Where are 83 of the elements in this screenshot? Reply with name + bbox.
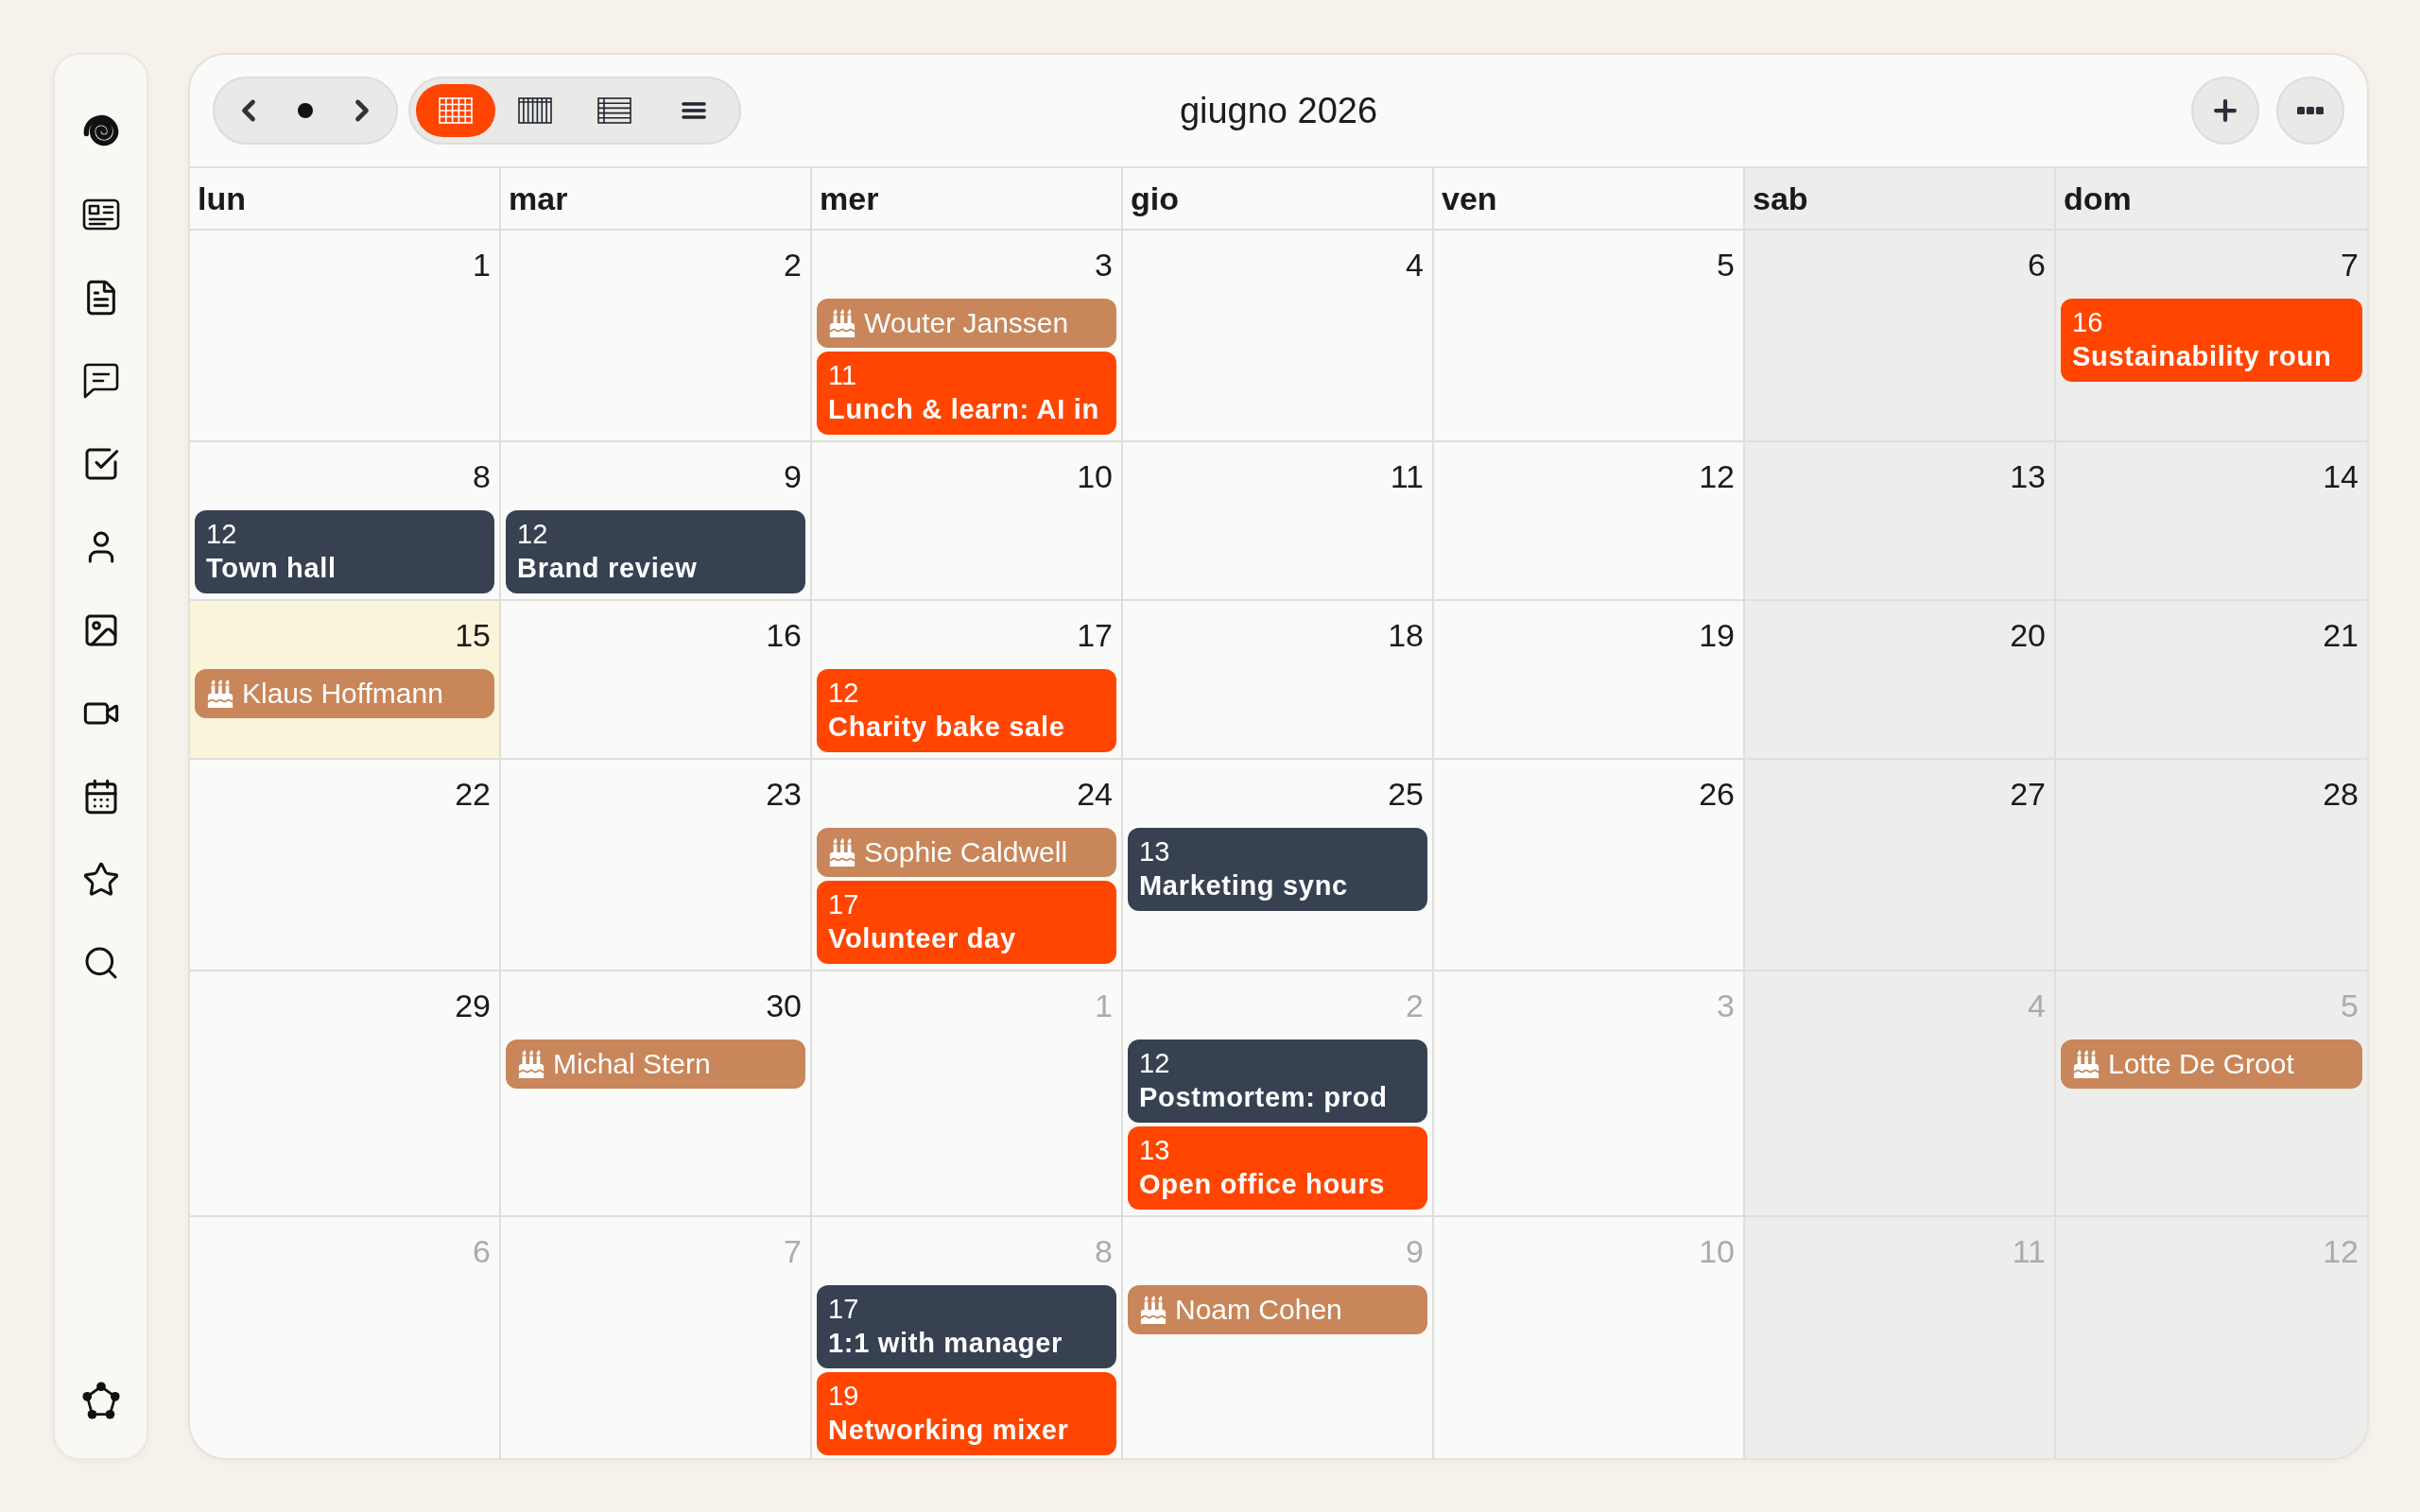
day-number: 8 xyxy=(1095,1232,1113,1270)
weekday-header: mer xyxy=(812,168,1123,231)
month-title: giugno 2026 xyxy=(1179,90,1378,132)
grid-icon xyxy=(439,97,473,124)
day-number: 13 xyxy=(2010,457,2046,495)
weekday-header: gio xyxy=(1123,168,1434,231)
cake-icon xyxy=(517,1050,545,1078)
event-chip[interactable]: 12 Postmortem: prod xyxy=(1128,1040,1427,1123)
day-number: 8 xyxy=(473,457,491,495)
event-chip[interactable]: 12 Brand review xyxy=(506,510,805,593)
menu-icon xyxy=(682,101,706,120)
cake-icon xyxy=(1139,1296,1167,1324)
event-chip[interactable]: 13 Open office hours xyxy=(1128,1126,1427,1210)
day-number: 29 xyxy=(455,987,491,1024)
day-number: 10 xyxy=(1699,1232,1735,1270)
weekday-header: dom xyxy=(2056,168,2367,231)
star-icon[interactable] xyxy=(81,861,120,899)
cake-icon xyxy=(828,838,856,867)
day-number: 17 xyxy=(1077,616,1113,654)
event-chip[interactable]: 13 Marketing sync xyxy=(1128,828,1427,911)
day-number: 2 xyxy=(784,246,802,284)
columns-icon xyxy=(518,97,552,124)
weekday-header: ven xyxy=(1434,168,1745,231)
dot-icon xyxy=(298,103,313,118)
weekday-header: sab xyxy=(1745,168,2056,231)
birthday-chip[interactable]: Lotte De Groot xyxy=(2061,1040,2362,1089)
day-number: 22 xyxy=(455,775,491,813)
event-chip[interactable]: 19 Networking mixer xyxy=(817,1372,1116,1455)
day-number: 4 xyxy=(1406,246,1424,284)
event-chip[interactable]: 17 1:1 with manager xyxy=(817,1285,1116,1368)
weekday-header: lun xyxy=(190,168,501,231)
day-number: 9 xyxy=(1406,1232,1424,1270)
day-number: 9 xyxy=(784,457,802,495)
day-number: 30 xyxy=(766,987,802,1024)
day-number: 16 xyxy=(766,616,802,654)
birthday-chip[interactable]: Michal Stern xyxy=(506,1040,805,1089)
day-number: 12 xyxy=(1699,457,1735,495)
birthday-chip[interactable]: Sophie Caldwell xyxy=(817,828,1116,877)
cake-icon xyxy=(2072,1050,2100,1078)
cake-icon xyxy=(828,309,856,337)
day-number: 26 xyxy=(1699,775,1735,813)
day-number: 19 xyxy=(1699,616,1735,654)
event-chip[interactable]: 17 Volunteer day xyxy=(817,881,1116,964)
day-number: 24 xyxy=(1077,775,1113,813)
day-number: 10 xyxy=(1077,457,1113,495)
day-number: 1 xyxy=(473,246,491,284)
day-number: 2 xyxy=(1406,987,1424,1024)
event-chip[interactable]: 12 Charity bake sale xyxy=(817,669,1116,752)
day-number: 11 xyxy=(1390,457,1424,495)
day-number: 3 xyxy=(1095,246,1113,284)
cake-icon xyxy=(206,679,234,708)
day-number: 21 xyxy=(2323,616,2359,654)
day-number: 18 xyxy=(1388,616,1424,654)
newspaper-icon[interactable] xyxy=(81,198,120,231)
day-number: 23 xyxy=(766,775,802,813)
event-chip[interactable]: 11 Lunch & learn: AI in xyxy=(817,352,1116,435)
day-number: 28 xyxy=(2323,775,2359,813)
birthday-chip[interactable]: Wouter Janssen xyxy=(817,299,1116,348)
pentagon-nodes-icon[interactable] xyxy=(81,1382,120,1419)
day-number: 11 xyxy=(2012,1232,2046,1270)
day-number: 3 xyxy=(1717,987,1735,1024)
birthday-chip[interactable]: Noam Cohen xyxy=(1128,1285,1427,1334)
rows-icon xyxy=(597,97,631,124)
day-number: 5 xyxy=(1717,246,1735,284)
birthday-chip[interactable]: Klaus Hoffmann xyxy=(195,669,494,718)
day-number: 12 xyxy=(2323,1232,2359,1270)
day-number: 5 xyxy=(2341,987,2359,1024)
day-number: 20 xyxy=(2010,616,2046,654)
ellipsis-icon xyxy=(2297,107,2324,114)
day-number: 27 xyxy=(2010,775,2046,813)
day-number: 7 xyxy=(2341,246,2359,284)
weekday-header: mar xyxy=(501,168,812,231)
chat-icon[interactable] xyxy=(82,363,119,399)
day-number: 7 xyxy=(784,1232,802,1270)
day-number: 4 xyxy=(2028,987,2046,1024)
day-number: 14 xyxy=(2323,457,2359,495)
day-number: 6 xyxy=(2028,246,2046,284)
day-number: 15 xyxy=(455,616,491,654)
event-chip[interactable]: 16 Sustainability roun xyxy=(2061,299,2362,382)
day-number: 6 xyxy=(473,1232,491,1270)
day-number: 25 xyxy=(1388,775,1424,813)
event-chip[interactable]: 12 Town hall xyxy=(195,510,494,593)
day-number: 1 xyxy=(1095,987,1113,1024)
